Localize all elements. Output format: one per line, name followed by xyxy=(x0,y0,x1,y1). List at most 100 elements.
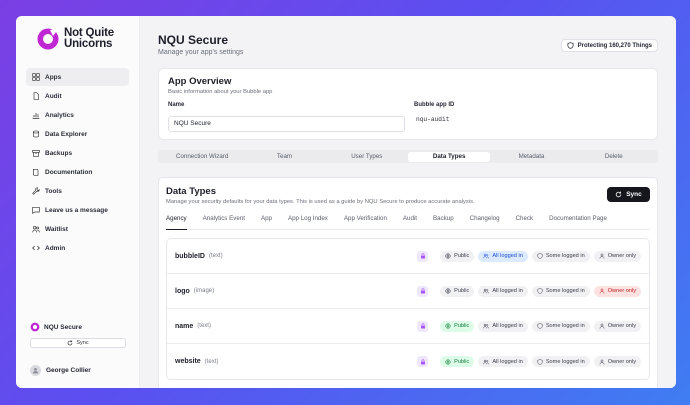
lock-toggle-button[interactable] xyxy=(417,285,429,297)
sync-button[interactable]: Sync xyxy=(607,187,650,202)
app-id-field: Bubble app ID nqu-audit xyxy=(414,102,639,132)
sidebar-item-audit[interactable]: Audit xyxy=(26,87,129,105)
option-all-logged-in[interactable]: All logged in xyxy=(478,250,528,262)
option-public[interactable]: Public xyxy=(440,356,475,367)
sidebar-item-admin[interactable]: Admin xyxy=(26,239,129,257)
main-content: NQU Secure Manage your app's settings Pr… xyxy=(140,16,676,388)
option-label: Some logged in xyxy=(545,253,585,259)
option-public[interactable]: Public xyxy=(440,320,475,332)
field-type: (text) xyxy=(204,358,219,365)
user-name: George Collier xyxy=(46,367,91,374)
unicorn-logo-icon xyxy=(37,28,59,50)
option-some-logged-in[interactable]: Some logged in xyxy=(531,250,590,262)
lock-toggle-button[interactable] xyxy=(417,250,429,262)
user-menu[interactable]: George Collier xyxy=(30,365,91,376)
option-some-logged-in[interactable]: Some logged in xyxy=(531,320,590,332)
option-owner-only[interactable]: Owner only xyxy=(593,320,641,332)
shield-icon xyxy=(537,253,543,259)
avatar xyxy=(30,365,41,376)
option-public[interactable]: Public xyxy=(440,250,475,262)
option-all-logged-in[interactable]: All logged in xyxy=(478,320,528,332)
tab-data-types[interactable]: Data Types xyxy=(407,151,491,162)
option-label: All logged in xyxy=(492,288,523,294)
user-icon xyxy=(599,323,605,329)
option-some-logged-in[interactable]: Some logged in xyxy=(531,356,590,367)
subtab-agency[interactable]: Agency xyxy=(166,213,187,230)
archive-icon xyxy=(31,149,40,158)
refresh-icon xyxy=(68,340,73,346)
sidebar-item-data-explorer[interactable]: Data Explorer xyxy=(26,125,129,143)
tab-team[interactable]: Team xyxy=(243,152,325,162)
users-icon xyxy=(483,359,490,364)
users-icon xyxy=(483,288,490,294)
sidebar-nav: Apps Audit Analytics Data Explorer Backups Do… xyxy=(16,68,139,257)
sidebar-item-label: Waitlist xyxy=(45,225,68,233)
option-some-logged-in[interactable]: Some logged in xyxy=(531,285,590,297)
privacy-options: Public All logged in Some logged in Owner o… xyxy=(417,320,641,332)
subtab-app-verification[interactable]: App Verification xyxy=(344,213,387,230)
subtab-analytics-event[interactable]: Analytics Event xyxy=(203,213,245,230)
option-label: Owner only xyxy=(607,358,636,365)
user-icon xyxy=(599,253,605,259)
subtab-audit[interactable]: Audit xyxy=(403,213,417,230)
sidebar-sync-label: Sync xyxy=(76,340,89,346)
tab-connection-wizard[interactable]: Connection Wizard xyxy=(161,152,243,162)
option-all-logged-in[interactable]: All logged in xyxy=(478,356,528,367)
tab-delete[interactable]: Delete xyxy=(573,152,655,162)
overview-title: App Overview xyxy=(168,76,232,87)
subtab-documentation-page[interactable]: Documentation Page xyxy=(549,213,607,230)
sidebar-item-tools[interactable]: Tools xyxy=(26,182,129,200)
brand-logo[interactable]: Not Quite Unicorns xyxy=(16,24,139,54)
tab-user-types[interactable]: User Types xyxy=(326,152,408,162)
lock-icon xyxy=(420,358,425,364)
option-owner-only[interactable]: Owner only xyxy=(593,285,641,297)
sidebar-item-waitlist[interactable]: Waitlist xyxy=(26,220,129,238)
option-all-logged-in[interactable]: All logged in xyxy=(478,285,528,297)
option-public[interactable]: Public xyxy=(440,285,475,297)
sidebar-item-apps[interactable]: Apps xyxy=(26,68,129,86)
option-label: Owner only xyxy=(607,323,636,329)
data-types-subtitle: Manage your security defaults for your d… xyxy=(166,199,475,205)
subtab-app-log-index[interactable]: App Log Index xyxy=(288,213,328,230)
data-types-card: Data Types Manage your security defaults… xyxy=(158,177,658,388)
code-icon xyxy=(31,244,40,253)
subtab-changelog[interactable]: Changelog xyxy=(470,213,500,230)
current-app-name: NQU Secure xyxy=(44,323,82,331)
sidebar-sync-button[interactable]: Sync xyxy=(30,338,126,348)
app-window: Not Quite Unicorns Apps Audit Analytics Dat… xyxy=(16,16,676,388)
sidebar-item-analytics[interactable]: Analytics xyxy=(26,106,129,124)
globe-icon xyxy=(445,323,451,329)
app-name-input[interactable] xyxy=(168,115,405,132)
option-owner-only[interactable]: Owner only xyxy=(593,356,641,367)
lock-toggle-button[interactable] xyxy=(417,320,429,332)
current-app: NQU Secure Sync xyxy=(30,322,126,348)
lock-toggle-button[interactable] xyxy=(417,356,429,367)
option-label: Public xyxy=(454,288,470,294)
sidebar: Not Quite Unicorns Apps Audit Analytics Dat… xyxy=(16,16,140,388)
sync-button-label: Sync xyxy=(626,191,642,198)
subtab-app[interactable]: App xyxy=(261,213,272,230)
option-label: Public xyxy=(454,358,470,365)
option-label: Owner only xyxy=(607,253,636,259)
sidebar-item-label: Audit xyxy=(45,92,62,100)
chart-icon xyxy=(31,111,40,120)
subtab-backup[interactable]: Backup xyxy=(433,213,454,230)
users-icon xyxy=(483,323,490,329)
subtab-check[interactable]: Check xyxy=(516,213,534,230)
sidebar-item-leave-us-a-message[interactable]: Leave us a message xyxy=(26,201,129,219)
app-id-value: nqu-audit xyxy=(416,116,450,123)
option-label: Some logged in xyxy=(545,323,585,329)
sidebar-item-documentation[interactable]: Documentation xyxy=(26,163,129,181)
field-row: bubbleID (text) Public All logged in Some lo… xyxy=(167,239,649,274)
current-app-row[interactable]: NQU Secure xyxy=(30,322,126,332)
tab-metadata[interactable]: Metadata xyxy=(490,152,572,162)
user-icon xyxy=(32,367,39,374)
sidebar-item-backups[interactable]: Backups xyxy=(26,144,129,162)
globe-icon xyxy=(445,288,451,294)
brand-line-2: Unicorns xyxy=(64,38,113,50)
globe-icon xyxy=(445,358,451,365)
option-owner-only[interactable]: Owner only xyxy=(593,250,641,262)
sidebar-item-label: Documentation xyxy=(45,168,93,176)
brand-name: Not Quite Unicorns xyxy=(64,27,114,50)
lock-icon xyxy=(420,288,425,294)
